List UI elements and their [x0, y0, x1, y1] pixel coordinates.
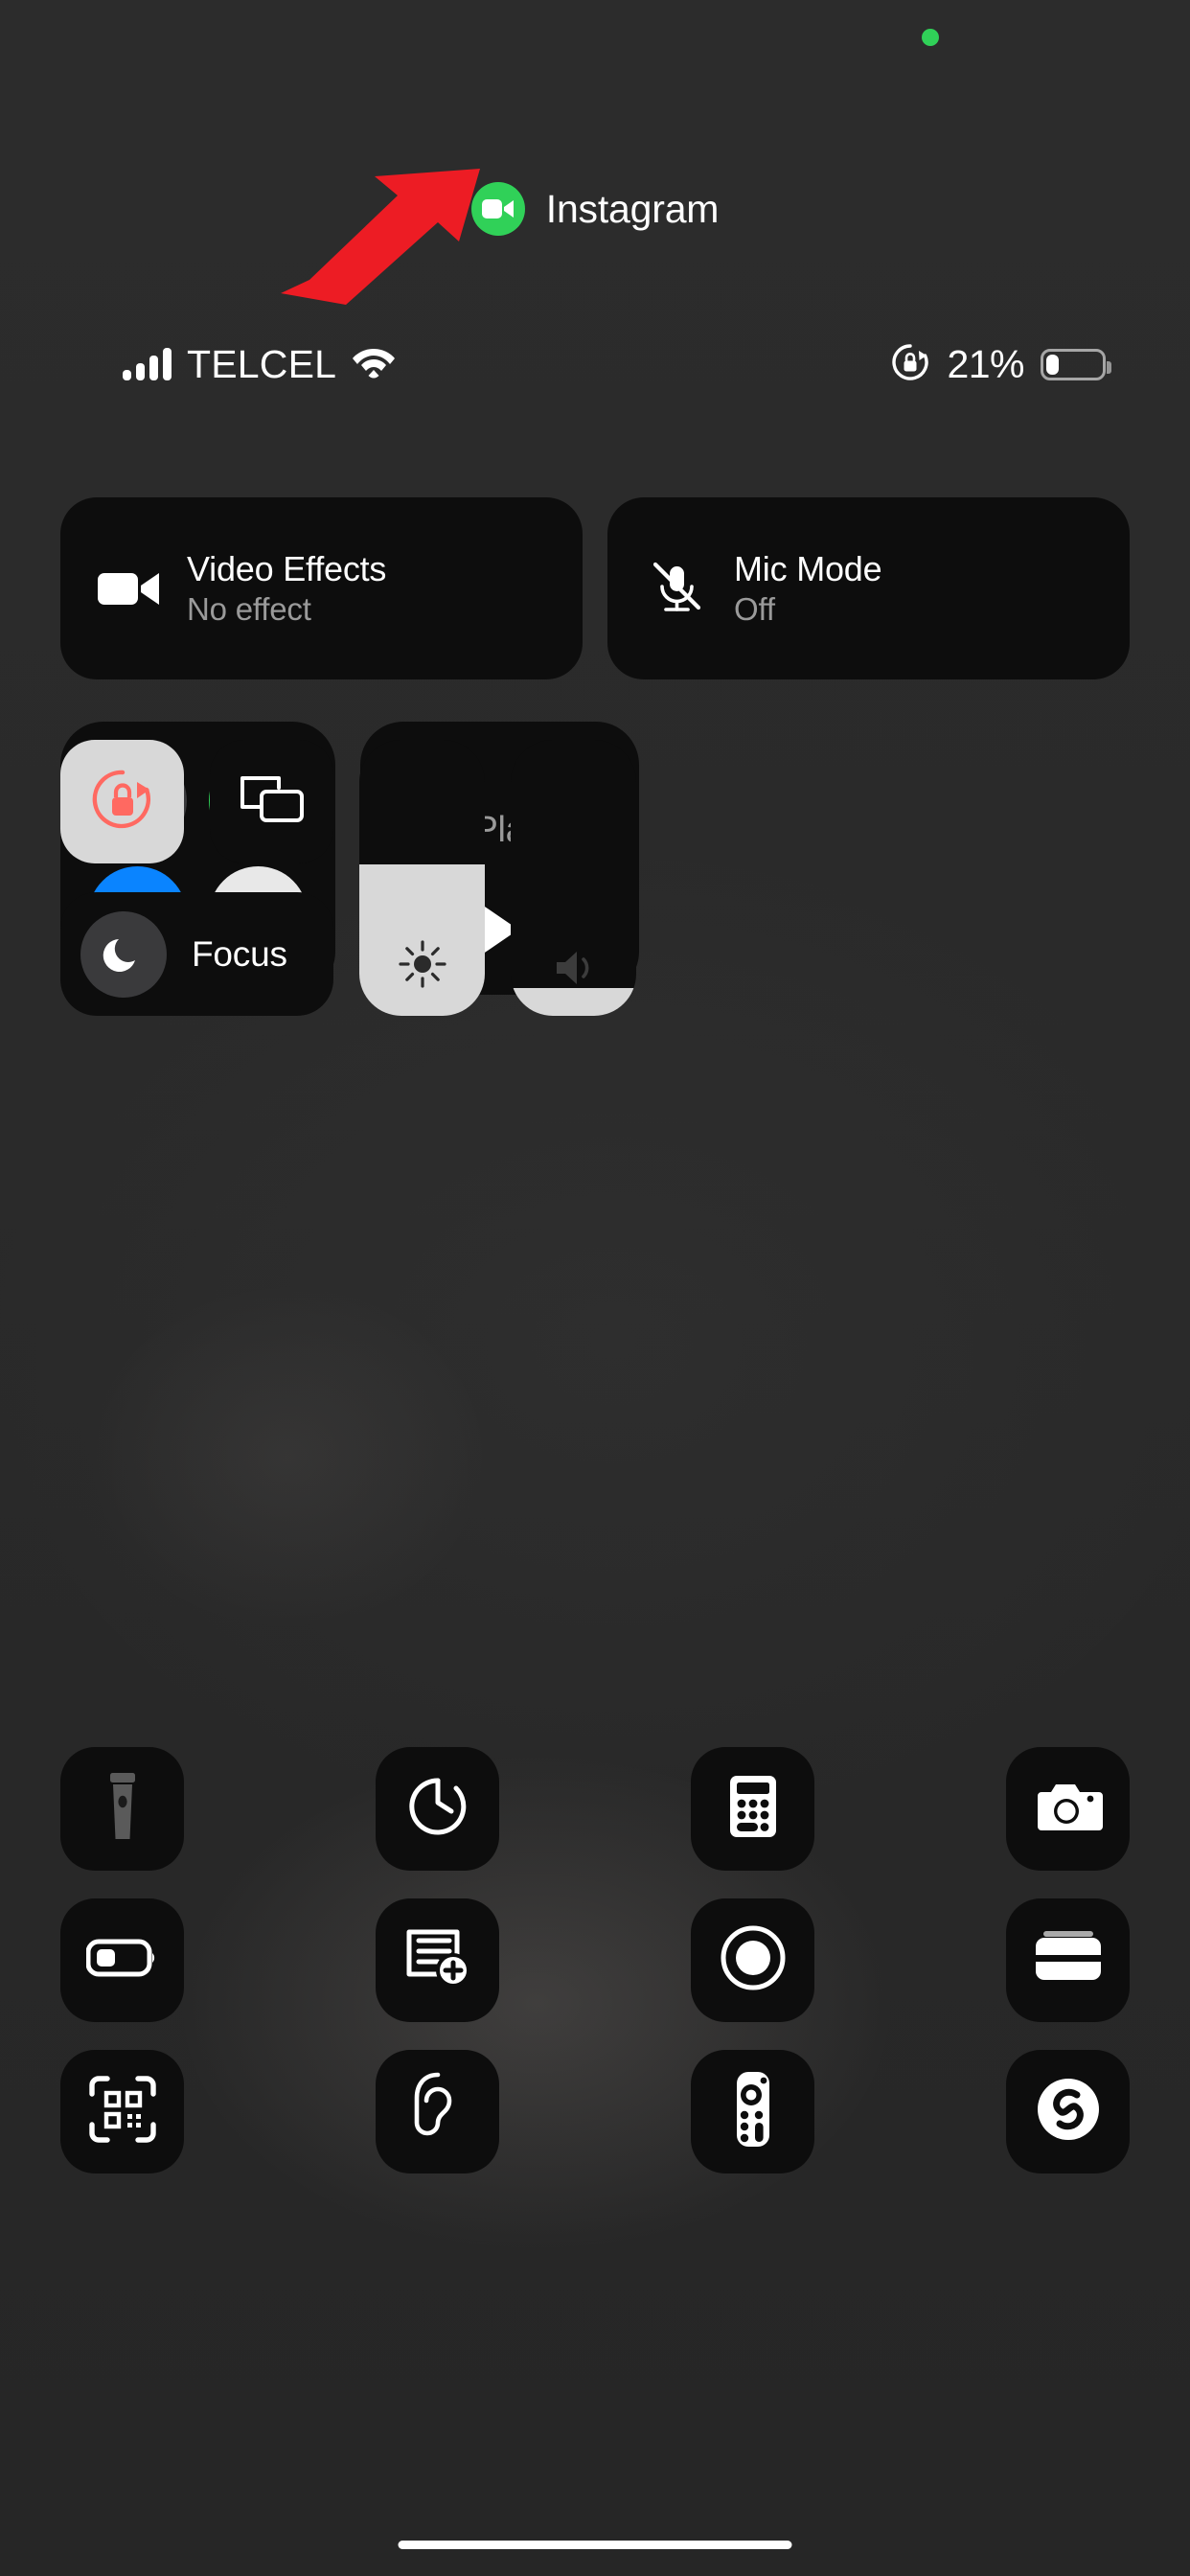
apple-tv-remote-shortcut[interactable] — [691, 2050, 814, 2174]
wifi-icon — [352, 346, 396, 383]
calculator-icon — [728, 1774, 778, 1844]
flashlight-toggle[interactable] — [60, 1747, 184, 1871]
camera-shortcut[interactable] — [1006, 1747, 1130, 1871]
home-indicator[interactable] — [398, 2541, 792, 2549]
battery-low-power-icon — [85, 1938, 159, 1983]
low-power-mode-toggle[interactable] — [60, 1898, 184, 2022]
green-recording-dot — [922, 29, 939, 46]
rotation-lock-icon — [86, 763, 159, 840]
status-bar-right: 21% — [890, 326, 1111, 402]
brightness-slider[interactable] — [359, 740, 485, 1016]
ios-control-center: Instagram TELCEL 21% Video Effects No ef… — [0, 0, 1190, 2576]
battery-percent-label: 21% — [947, 341, 1024, 386]
mic-mode-tile[interactable]: Mic Mode Off — [607, 497, 1130, 679]
ear-hearing-icon — [410, 2072, 466, 2151]
status-bar: TELCEL 21% — [0, 326, 1190, 402]
shazam-shortcut[interactable] — [1006, 2050, 1130, 2174]
battery-icon — [1041, 348, 1111, 380]
app-name-label: Instagram — [545, 186, 720, 231]
video-camera-icon — [470, 182, 525, 236]
moon-icon — [80, 910, 167, 998]
status-bar-left: TELCEL — [123, 326, 396, 402]
speaker-wave-icon — [511, 945, 636, 991]
video-effects-tile[interactable]: Video Effects No effect — [60, 497, 583, 679]
cellular-signal-icon — [123, 348, 172, 380]
focus-toggle[interactable]: Focus — [60, 892, 333, 1016]
timer-toggle[interactable] — [376, 1747, 499, 1871]
active-app-banner[interactable]: Instagram — [0, 182, 1190, 236]
calculator-shortcut[interactable] — [691, 1747, 814, 1871]
qr-code-scanner-icon — [88, 2075, 157, 2149]
video-camera-icon — [95, 567, 164, 610]
utility-controls-grid — [60, 1747, 1130, 2174]
focus-label: Focus — [192, 933, 287, 974]
shazam-icon — [1031, 2072, 1106, 2151]
camera-icon — [1034, 1779, 1103, 1839]
screen-mirroring-toggle[interactable] — [210, 740, 333, 863]
mic-mode-subtitle: Off — [734, 591, 775, 627]
tv-remote-icon — [733, 2070, 773, 2153]
mic-mode-title: Mic Mode — [734, 549, 882, 588]
carrier-label: TELCEL — [187, 341, 337, 386]
hearing-shortcut[interactable] — [376, 2050, 499, 2174]
rotation-lock-toggle[interactable] — [60, 740, 184, 863]
screen-recording-toggle[interactable] — [691, 1898, 814, 2022]
brightness-sun-icon — [359, 937, 485, 991]
quick-note-icon — [403, 1926, 472, 1994]
call-controls-row: Video Effects No effect Mic Mode Off — [60, 497, 1130, 679]
quick-note-shortcut[interactable] — [376, 1898, 499, 2022]
screen-record-icon — [720, 1924, 787, 1996]
video-effects-subtitle: No effect — [187, 591, 311, 627]
mic-slash-icon — [642, 560, 711, 617]
wallet-icon — [1032, 1930, 1105, 1990]
wallet-shortcut[interactable] — [1006, 1898, 1130, 2022]
code-scanner-shortcut[interactable] — [60, 2050, 184, 2174]
rotation-lock-icon — [890, 342, 930, 387]
timer-icon — [405, 1774, 470, 1844]
video-effects-title: Video Effects — [187, 549, 387, 588]
volume-slider[interactable] — [511, 740, 636, 1016]
screen-mirroring-icon — [237, 770, 308, 833]
flashlight-icon — [104, 1771, 141, 1847]
